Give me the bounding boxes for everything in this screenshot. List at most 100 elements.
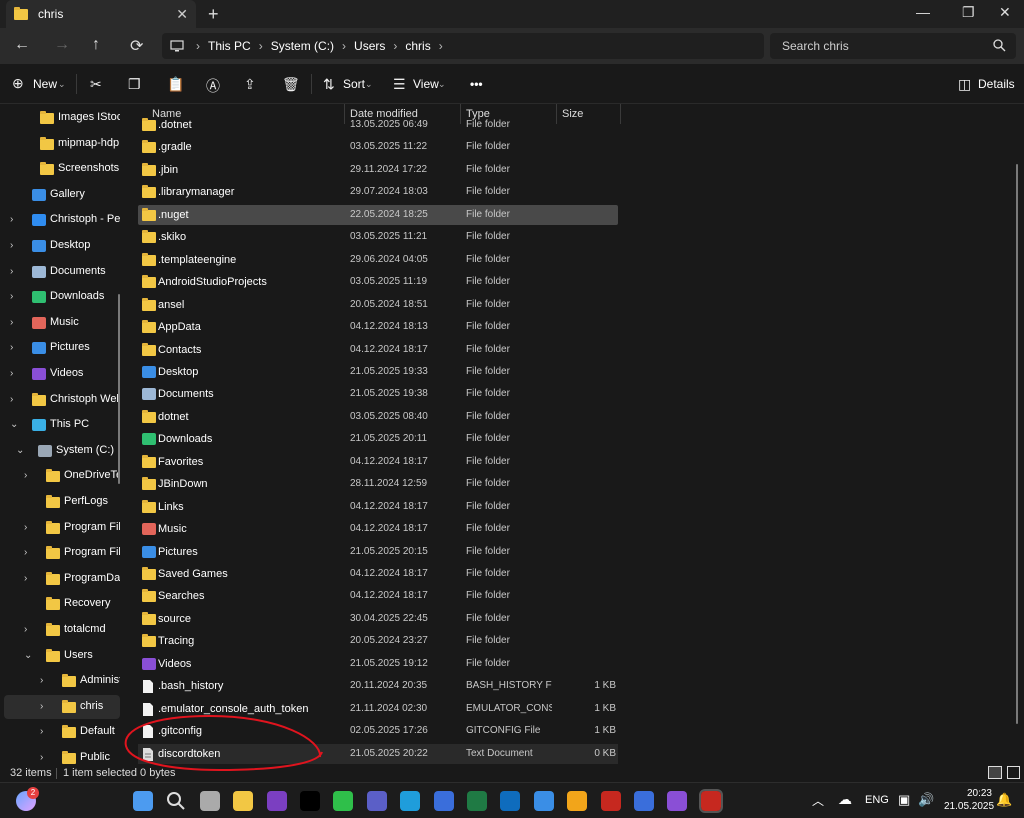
sidebar-item[interactable]: › ProgramDa xyxy=(4,567,120,591)
sidebar-item[interactable]: › Administr xyxy=(4,669,120,693)
details-button[interactable]: Details xyxy=(978,77,1015,91)
sidebar-item[interactable]: Images IStoc xyxy=(4,106,120,130)
file-row[interactable]: Favorites 04.12.2024 18:17 File folder xyxy=(138,452,618,472)
file-row[interactable]: dotnet 03.05.2025 08:40 File folder xyxy=(138,407,618,427)
tab-close-icon[interactable]: ✕ xyxy=(176,6,188,23)
sidebar-item[interactable]: › chris xyxy=(4,694,120,719)
snipping-tool-icon[interactable] xyxy=(698,789,723,813)
file-row[interactable]: Videos 21.05.2025 19:12 File folder xyxy=(138,654,618,674)
chevron-down-icon[interactable]: ⌄ xyxy=(24,650,32,661)
chevron-right-icon[interactable]: › xyxy=(24,522,27,533)
sidebar-item[interactable]: Recovery xyxy=(4,592,120,616)
breadcrumb-this-pc[interactable]: This PC xyxy=(208,39,251,53)
new-tab-button[interactable]: + xyxy=(208,4,219,25)
file-row[interactable]: .templateengine 29.06.2024 04:05 File fold… xyxy=(138,250,618,270)
details-view-toggle-icon[interactable] xyxy=(988,766,1002,779)
chevron-right-icon[interactable]: › xyxy=(10,368,13,379)
chevron-right-icon[interactable]: › xyxy=(10,342,13,353)
file-row[interactable]: source 30.04.2025 22:45 File folder xyxy=(138,609,618,629)
chevron-down-icon[interactable]: ⌄ xyxy=(10,419,18,430)
sidebar-item[interactable]: › Program Fil xyxy=(4,516,120,540)
outlook-icon[interactable] xyxy=(500,791,521,811)
file-row[interactable]: .jbin 29.11.2024 17:22 File folder xyxy=(138,160,618,180)
file-row[interactable]: JBinDown 28.11.2024 12:59 File folder xyxy=(138,474,618,494)
up-button[interactable]: ↑ xyxy=(92,36,100,54)
chevron-right-icon[interactable]: › xyxy=(24,547,27,558)
back-button[interactable]: ← xyxy=(14,36,30,54)
vpn-icon[interactable] xyxy=(433,791,454,811)
file-row[interactable]: AppData 04.12.2024 18:13 File folder xyxy=(138,317,618,337)
maximize-button[interactable]: ❐ xyxy=(962,4,975,21)
file-row[interactable]: Searches 04.12.2024 18:17 File folder xyxy=(138,586,618,606)
chevron-right-icon[interactable]: › xyxy=(10,317,13,328)
chevron-right-icon[interactable]: › xyxy=(40,675,43,686)
file-row[interactable]: Downloads 21.05.2025 20:11 File folder xyxy=(138,429,618,449)
whatsapp-icon[interactable] xyxy=(333,791,354,811)
file-explorer-icon[interactable] xyxy=(233,791,254,811)
file-row[interactable]: Saved Games 04.12.2024 18:17 File folder xyxy=(138,564,618,584)
chevron-right-icon[interactable]: › xyxy=(40,752,43,763)
edge-icon[interactable] xyxy=(400,791,421,811)
file-row[interactable]: .dotnet 13.05.2025 06:49 File folder xyxy=(138,115,618,135)
file-row[interactable]: ansel 20.05.2024 18:51 File folder xyxy=(138,295,618,315)
file-row[interactable]: Documents 21.05.2025 19:38 File folder xyxy=(138,384,618,404)
file-row[interactable]: .gitconfig 02.05.2025 17:26 GITCONFIG File… xyxy=(138,721,618,741)
sidebar-item[interactable]: › Pictures xyxy=(4,336,120,360)
nav-pane-scrollbar[interactable] xyxy=(118,294,120,484)
sidebar-item[interactable]: Screenshots xyxy=(4,157,120,181)
store-icon[interactable] xyxy=(533,791,554,811)
minimize-button[interactable]: — xyxy=(916,4,930,20)
file-row[interactable]: Contacts 04.12.2024 18:17 File folder xyxy=(138,340,618,360)
window-tab[interactable]: chris ✕ xyxy=(6,0,196,28)
sidebar-item[interactable]: › totalcmd xyxy=(4,618,120,642)
chevron-right-icon[interactable]: › xyxy=(10,394,13,405)
start-icon[interactable] xyxy=(133,791,153,811)
network-icon[interactable] xyxy=(634,791,654,811)
file-row[interactable]: .nuget 22.05.2024 18:25 File folder xyxy=(138,204,618,225)
chevron-right-icon[interactable]: › xyxy=(10,266,13,277)
refresh-button[interactable]: ⟳ xyxy=(130,36,143,56)
sidebar-item[interactable]: › Music xyxy=(4,311,120,335)
sidebar-item[interactable]: › Program Fil xyxy=(4,541,120,565)
volume-icon[interactable]: 🔊 xyxy=(918,792,934,808)
chevron-right-icon[interactable]: › xyxy=(40,701,43,712)
visual-studio-icon[interactable] xyxy=(667,791,688,811)
chevron-down-icon[interactable]: ⌄ xyxy=(16,445,24,456)
breadcrumb-system-c[interactable]: System (C:) xyxy=(271,39,334,53)
notification-bell-icon[interactable]: 🔔 xyxy=(996,792,1012,808)
view-button[interactable]: View xyxy=(413,77,439,91)
sidebar-item[interactable]: ⌄ This PC xyxy=(4,413,120,437)
sidebar-item[interactable]: Gallery xyxy=(4,183,120,207)
file-row[interactable]: Tracing 20.05.2024 23:27 File folder xyxy=(138,631,618,651)
breadcrumb-users[interactable]: Users xyxy=(354,39,385,53)
sidebar-item[interactable]: › Christoph - Pe xyxy=(4,208,120,232)
more-options-button[interactable]: ••• xyxy=(470,77,483,91)
sidebar-item[interactable]: › Documents xyxy=(4,260,120,284)
file-row[interactable]: Pictures 21.05.2025 20:15 File folder xyxy=(138,542,618,562)
teams-icon[interactable] xyxy=(366,791,387,811)
tiles-view-toggle-icon[interactable] xyxy=(1007,766,1020,779)
excel-icon[interactable] xyxy=(467,791,487,811)
cut-icon[interactable]: ✂ xyxy=(90,76,102,93)
forward-button[interactable]: → xyxy=(54,36,70,54)
sidebar-item[interactable]: › Default xyxy=(4,720,120,744)
file-row[interactable]: .librarymanager 29.07.2024 18:03 File fold… xyxy=(138,182,618,202)
sidebar-item[interactable]: › Downloads xyxy=(4,285,120,309)
onedrive-tray-icon[interactable]: ☁ xyxy=(838,791,852,808)
chevron-right-icon[interactable]: › xyxy=(24,470,27,481)
delete-icon[interactable]: 🗑 xyxy=(282,76,300,93)
sidebar-item[interactable]: › Desktop xyxy=(4,234,120,258)
share-icon[interactable]: ⇪ xyxy=(244,76,256,93)
file-row[interactable]: Music 04.12.2024 18:17 File folder xyxy=(138,519,618,539)
breadcrumb-chris[interactable]: chris xyxy=(405,39,430,53)
file-row[interactable]: .bash_history 20.11.2024 20:35 BASH_HISTOR… xyxy=(138,676,618,696)
sidebar-item[interactable]: mipmap-hdp xyxy=(4,132,120,156)
file-row[interactable]: discordtoken 21.05.2025 20:22 Text Documen… xyxy=(138,743,618,764)
onenote-icon[interactable] xyxy=(266,791,287,811)
file-row[interactable]: AndroidStudioProjects 03.05.2025 11:19 Fil… xyxy=(138,272,618,292)
sort-button[interactable]: Sort xyxy=(343,77,365,91)
sidebar-item[interactable]: ⌄ Users xyxy=(4,644,120,668)
sidebar-item[interactable]: › OneDriveTe xyxy=(4,464,120,488)
rename-icon[interactable]: Ⓐ xyxy=(206,76,220,96)
close-button[interactable]: ✕ xyxy=(999,4,1011,21)
